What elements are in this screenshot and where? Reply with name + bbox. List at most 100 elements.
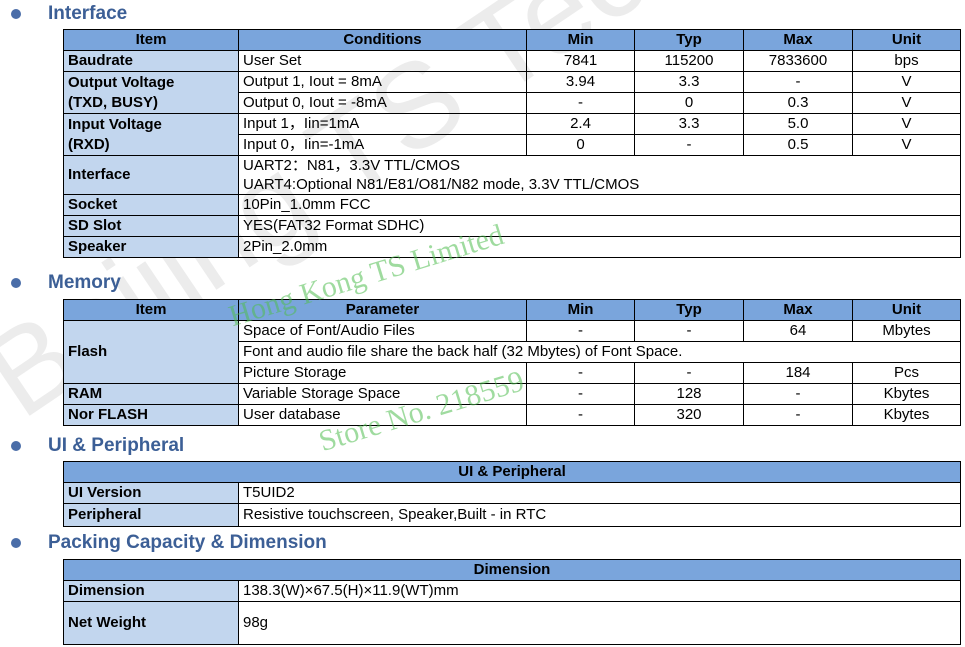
cell-parameter: Picture Storage — [238, 362, 527, 384]
section-title: Memory — [48, 272, 121, 293]
section-memory: Memory — [0, 270, 121, 296]
header-unit: Unit — [852, 29, 961, 51]
row-label: Baudrate — [63, 50, 239, 72]
section-title: Interface — [48, 3, 128, 24]
row-label-line: Input Voltage — [68, 115, 162, 133]
cell-unit: Mbytes — [852, 320, 961, 342]
band-header: Dimension — [63, 559, 961, 581]
table-row: Baudrate User Set 7841 115200 7833600 bp… — [63, 50, 961, 72]
table-row: Peripheral Resistive touchscreen, Speake… — [63, 503, 962, 527]
table-row: Net Weight 98g — [63, 601, 961, 645]
row-label: Input Voltage (RXD) — [63, 113, 239, 156]
cell-value: 98g — [238, 601, 961, 645]
cell-typ: 128 — [634, 383, 744, 405]
header-min: Min — [526, 299, 635, 321]
header-item: Item — [63, 299, 239, 321]
interface-table: Item Conditions Min Typ Max Unit Baudrat… — [63, 29, 961, 258]
table-row: UI Version T5UID2 — [63, 482, 962, 504]
table-row: Speaker 2Pin_2.0mm — [63, 236, 961, 258]
cell-max: 64 — [743, 320, 853, 342]
section-interface: Interface — [0, 1, 127, 27]
table-row: Flash Space of Font/Audio Files - - 64 M… — [63, 320, 961, 384]
cell-min: 7841 — [526, 50, 635, 72]
cell-unit: Kbytes — [852, 383, 961, 405]
band-header: UI & Peripheral — [62, 461, 962, 483]
interface-mode-line: UART2：N81，3.3V TTL/CMOS — [243, 157, 461, 174]
row-label: Flash — [63, 320, 239, 384]
cell-max: 5.0 — [743, 113, 853, 135]
row-label: Nor FLASH — [63, 404, 239, 426]
section-packing: Packing Capacity & Dimension — [0, 530, 327, 556]
row-label: Speaker — [63, 236, 239, 258]
header-parameter: Parameter — [238, 299, 527, 321]
cell-min: - — [526, 383, 635, 405]
section-title: UI & Peripheral — [48, 435, 185, 456]
header-conditions: Conditions — [238, 29, 527, 51]
cell-typ: 115200 — [634, 50, 744, 72]
cell-conditions: User Set — [238, 50, 527, 72]
table-header-row: Item Parameter Min Typ Max Unit — [63, 299, 961, 321]
bullet-icon — [11, 538, 21, 548]
table-row: Interface UART2：N81，3.3V TTL/CMOS UART4:… — [63, 155, 961, 195]
interface-mode-line: UART4:Optional N81/E81/O81/N82 mode, 3.3… — [243, 176, 640, 193]
row-label: Socket — [63, 194, 239, 216]
header-max: Max — [743, 29, 853, 51]
row-label-line: Output Voltage — [68, 73, 175, 91]
cell-unit: V — [852, 71, 961, 93]
cell-max: 184 — [743, 362, 853, 384]
cell-value: 2Pin_2.0mm — [238, 236, 961, 258]
row-label: Output Voltage (TXD, BUSY) — [63, 71, 239, 114]
cell-parameter: Space of Font/Audio Files — [238, 320, 527, 342]
row-label: RAM — [63, 383, 239, 405]
cell-conditions: Output 1, Iout = 8mA — [238, 71, 527, 93]
table-row: RAM Variable Storage Space - 128 - Kbyte… — [63, 383, 961, 405]
bullet-icon — [11, 9, 21, 19]
cell-typ: 320 — [634, 404, 744, 426]
row-label: UI Version — [63, 482, 239, 504]
row-label-line: (TXD, BUSY) — [68, 93, 158, 111]
table-row: Input Voltage (RXD) Input 1，Iin=1mA 2.4 … — [63, 113, 961, 156]
cell-max: - — [743, 404, 853, 426]
cell-max: 7833600 — [743, 50, 853, 72]
cell-typ: 3.3 — [634, 113, 744, 135]
row-label: Dimension — [63, 580, 239, 602]
cell-value: Resistive touchscreen, Speaker,Built - i… — [237, 503, 962, 527]
cell-interface-modes: UART2：N81，3.3V TTL/CMOS UART4:Optional N… — [238, 155, 961, 195]
row-label: SD Slot — [63, 215, 239, 237]
cell-min: - — [526, 92, 635, 114]
bullet-icon — [11, 278, 21, 288]
section-ui-peripheral: UI & Peripheral — [0, 433, 184, 459]
cell-min: - — [526, 362, 635, 384]
cell-unit: Pcs — [852, 362, 961, 384]
cell-parameter: Variable Storage Space — [238, 383, 527, 405]
cell-max: 0.5 — [743, 134, 853, 156]
cell-unit: V — [852, 92, 961, 114]
cell-min: - — [526, 404, 635, 426]
cell-value: T5UID2 — [237, 482, 962, 504]
table-row: Output Voltage (TXD, BUSY) Output 1, Iou… — [63, 71, 961, 114]
cell-value: 138.3(W)×67.5(H)×11.9(WT)mm — [238, 580, 961, 602]
cell-flash-note: Font and audio file share the back half … — [238, 341, 961, 363]
table-row: Nor FLASH User database - 320 - Kbytes — [63, 404, 961, 426]
cell-unit: bps — [852, 50, 961, 72]
row-label: Peripheral — [63, 503, 239, 527]
cell-typ: - — [634, 362, 744, 384]
cell-min: 2.4 — [526, 113, 635, 135]
cell-min: - — [526, 320, 635, 342]
cell-typ: - — [634, 320, 744, 342]
memory-table: Item Parameter Min Typ Max Unit Flash Sp… — [63, 299, 961, 426]
table-band-row: UI & Peripheral — [62, 461, 962, 483]
cell-value: 10Pin_1.0mm FCC — [238, 194, 961, 216]
header-min: Min — [526, 29, 635, 51]
section-title: Packing Capacity & Dimension — [48, 532, 327, 553]
cell-unit: Kbytes — [852, 404, 961, 426]
row-label: Net Weight — [63, 601, 239, 645]
header-item: Item — [63, 29, 239, 51]
cell-max: - — [743, 71, 853, 93]
cell-parameter: User database — [238, 404, 527, 426]
cell-typ: 3.3 — [634, 71, 744, 93]
cell-conditions: Input 1，Iin=1mA — [238, 113, 527, 135]
packing-table: Dimension Dimension 138.3(W)×67.5(H)×11.… — [63, 559, 961, 645]
header-typ: Typ — [634, 29, 744, 51]
row-label-line: (RXD) — [68, 135, 110, 153]
